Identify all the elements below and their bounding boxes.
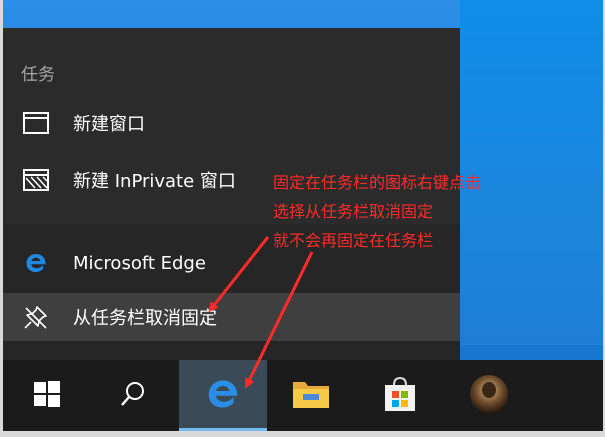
- annotation-line-1: 固定在任务栏的图标右键点击: [273, 173, 482, 192]
- windows-logo-icon: [33, 380, 61, 412]
- unpin-icon: [21, 302, 51, 332]
- frame-left: [0, 0, 3, 437]
- store-bag-icon: [383, 376, 417, 416]
- new-window-label: 新建窗口: [73, 114, 145, 135]
- frame-bottom: [0, 431, 605, 437]
- edge-icon: [21, 248, 51, 278]
- folder-icon: [291, 376, 331, 416]
- unpin-from-taskbar-label: 从任务栏取消固定: [73, 308, 217, 329]
- red-annotation: 固定在任务栏的图标右键点击 选择从任务栏取消固定 就不会再固定在任务栏: [273, 168, 481, 255]
- desktop-background: [460, 0, 605, 345]
- edge-taskbar-button[interactable]: [179, 360, 267, 431]
- edge-icon: [205, 376, 241, 416]
- file-explorer-button[interactable]: [267, 360, 355, 431]
- annotation-line-2: 选择从任务栏取消固定: [273, 202, 434, 221]
- store-button[interactable]: [356, 360, 444, 431]
- user-app-button[interactable]: [445, 360, 533, 431]
- window-icon: [21, 108, 51, 138]
- microsoft-edge-label: Microsoft Edge: [73, 252, 206, 274]
- new-window-item[interactable]: 新建窗口: [3, 99, 460, 147]
- annotation-line-3: 就不会再固定在任务栏: [273, 231, 434, 250]
- taskbar: [3, 360, 603, 431]
- search-button[interactable]: [89, 360, 177, 431]
- new-inprivate-window-label: 新建 InPrivate 窗口: [73, 171, 236, 192]
- inprivate-window-icon: [21, 165, 51, 195]
- unpin-from-taskbar-item[interactable]: 从任务栏取消固定: [3, 293, 460, 341]
- search-icon: [119, 380, 147, 412]
- section-header-tasks: 任务: [21, 65, 55, 85]
- avatar-icon: [469, 374, 509, 418]
- start-button[interactable]: [3, 360, 91, 431]
